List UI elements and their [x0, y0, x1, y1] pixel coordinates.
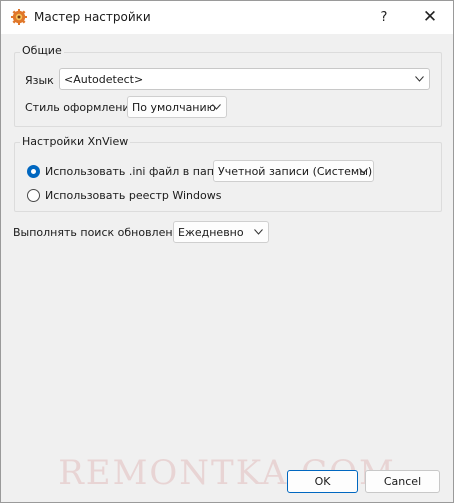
close-button[interactable]: ✕ — [407, 1, 453, 34]
chevron-down-icon — [359, 168, 368, 174]
chevron-down-icon — [254, 229, 263, 235]
ini-file-radio[interactable] — [27, 165, 40, 178]
updates-value: Ежедневно — [178, 226, 244, 239]
language-value: <Autodetect> — [64, 73, 144, 86]
updates-dropdown[interactable]: Ежедневно — [173, 221, 269, 243]
help-button[interactable]: ? — [361, 1, 407, 34]
gear-icon — [11, 9, 27, 25]
setup-wizard-window: Мастер настройки ? ✕ Общие Язык <Autodet… — [0, 0, 454, 503]
ini-folder-value: Учетной записи (Системы) — [218, 165, 373, 178]
ini-folder-dropdown[interactable]: Учетной записи (Системы) — [213, 160, 374, 182]
language-label: Язык — [25, 74, 54, 87]
general-group-label: Общие — [20, 44, 64, 57]
registry-option-label[interactable]: Использовать реестр Windows — [45, 189, 221, 202]
cancel-button[interactable]: Cancel — [365, 470, 440, 493]
style-value: По умолчанию — [132, 101, 216, 114]
ini-file-option-label[interactable]: Использовать .ini файл в папке — [45, 165, 227, 178]
ok-button[interactable]: OK — [287, 470, 358, 493]
style-label: Стиль оформления — [25, 101, 137, 114]
window-title: Мастер настройки — [34, 10, 151, 24]
updates-label: Выполнять поиск обновлений — [13, 226, 187, 239]
title-bar: Мастер настройки ? ✕ — [1, 1, 453, 34]
style-dropdown[interactable]: По умолчанию — [127, 96, 227, 118]
registry-radio[interactable] — [27, 189, 40, 202]
xnview-settings-group-label: Настройки XnView — [20, 135, 131, 148]
chevron-down-icon — [212, 104, 221, 110]
radio-dot — [31, 169, 36, 174]
language-dropdown[interactable]: <Autodetect> — [59, 68, 430, 90]
chevron-down-icon — [415, 76, 424, 82]
